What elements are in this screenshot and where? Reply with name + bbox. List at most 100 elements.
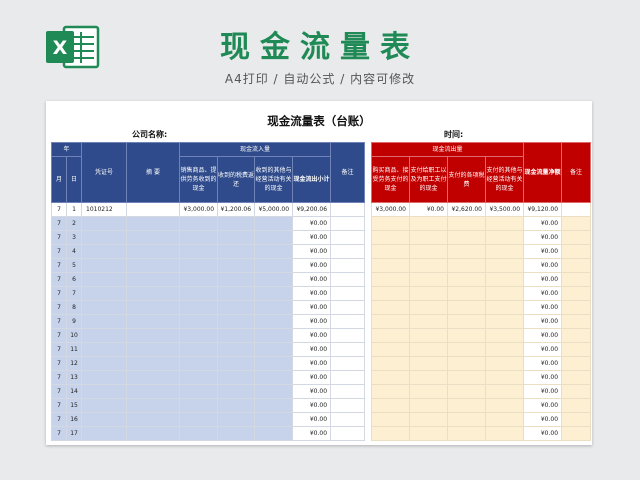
cell-note[interactable] xyxy=(330,398,366,413)
cell-note[interactable] xyxy=(330,300,366,315)
cell-note-right[interactable] xyxy=(561,244,592,259)
cell-inflow-other[interactable] xyxy=(254,244,294,259)
cell-outflow-purchase[interactable] xyxy=(371,370,410,385)
cell-voucher[interactable] xyxy=(81,412,128,427)
cell-outflow-wages[interactable] xyxy=(409,216,448,231)
cell-inflow-subtotal[interactable]: ¥0.00 xyxy=(292,258,332,273)
cell-inflow-other[interactable] xyxy=(254,272,294,287)
cell-net[interactable]: ¥0.00 xyxy=(523,412,563,427)
cell-month[interactable]: 7 xyxy=(51,384,67,399)
cell-summary[interactable] xyxy=(126,342,181,357)
cell-inflow-subtotal[interactable]: ¥0.00 xyxy=(292,244,332,259)
cell-note-right[interactable] xyxy=(561,370,592,385)
cell-inflow-subtotal[interactable]: ¥0.00 xyxy=(292,412,332,427)
cell-outflow-purchase[interactable] xyxy=(371,342,410,357)
cell-inflow-tax-refund[interactable] xyxy=(217,370,256,385)
cell-inflow-tax-refund[interactable] xyxy=(217,384,256,399)
cell-inflow-other[interactable] xyxy=(254,384,294,399)
cell-note-right[interactable] xyxy=(561,342,592,357)
cell-day[interactable]: 7 xyxy=(65,286,83,301)
cell-inflow-subtotal[interactable]: ¥0.00 xyxy=(292,356,332,371)
cell-summary[interactable] xyxy=(126,328,181,343)
cell-day[interactable]: 12 xyxy=(65,356,83,371)
cell-inflow-tax-refund[interactable] xyxy=(217,412,256,427)
cell-voucher[interactable] xyxy=(81,328,128,343)
cell-summary[interactable] xyxy=(126,272,181,287)
cell-note-right[interactable] xyxy=(561,258,592,273)
cell-outflow-wages[interactable] xyxy=(409,412,448,427)
cell-outflow-other[interactable] xyxy=(484,314,525,329)
cell-outflow-taxes[interactable] xyxy=(447,272,486,287)
cell-inflow-subtotal[interactable]: ¥0.00 xyxy=(292,384,332,399)
cell-inflow-sales[interactable] xyxy=(179,286,219,301)
cell-outflow-taxes[interactable] xyxy=(447,286,486,301)
cell-inflow-tax-refund[interactable] xyxy=(217,328,256,343)
cell-month[interactable]: 7 xyxy=(51,230,67,245)
cell-inflow-subtotal[interactable]: ¥0.00 xyxy=(292,328,332,343)
cell-outflow-other[interactable] xyxy=(484,286,525,301)
cell-outflow-wages[interactable] xyxy=(409,230,448,245)
cell-outflow-wages[interactable] xyxy=(409,272,448,287)
cell-outflow-wages[interactable] xyxy=(409,426,448,441)
cell-inflow-sales[interactable] xyxy=(179,300,219,315)
cell-inflow-other[interactable] xyxy=(254,426,294,441)
cell-summary[interactable] xyxy=(126,426,181,441)
cell-day[interactable]: 4 xyxy=(65,244,83,259)
cell-outflow-taxes[interactable] xyxy=(447,356,486,371)
cell-note[interactable] xyxy=(330,412,366,427)
cell-inflow-subtotal[interactable]: ¥0.00 xyxy=(292,272,332,287)
cell-summary[interactable] xyxy=(126,384,181,399)
cell-outflow-purchase[interactable] xyxy=(371,356,410,371)
cell-inflow-subtotal[interactable]: ¥0.00 xyxy=(292,300,332,315)
cell-voucher[interactable] xyxy=(81,314,128,329)
cell-outflow-purchase[interactable] xyxy=(371,412,410,427)
cell-net[interactable]: ¥0.00 xyxy=(523,230,563,245)
cell-note[interactable] xyxy=(330,356,366,371)
cell-note[interactable] xyxy=(330,370,366,385)
cell-voucher[interactable] xyxy=(81,384,128,399)
cell-outflow-taxes[interactable] xyxy=(447,300,486,315)
cell-inflow-sales[interactable] xyxy=(179,384,219,399)
cell-note[interactable] xyxy=(330,244,366,259)
cell-note-right[interactable] xyxy=(561,426,592,441)
cell-inflow-sales[interactable] xyxy=(179,328,219,343)
cell-day[interactable]: 13 xyxy=(65,370,83,385)
cell-inflow-tax-refund[interactable] xyxy=(217,244,256,259)
cell-outflow-taxes[interactable] xyxy=(447,342,486,357)
cell-outflow-other[interactable] xyxy=(484,412,525,427)
cell-voucher[interactable] xyxy=(81,244,128,259)
cell-voucher[interactable] xyxy=(81,398,128,413)
cell-voucher[interactable] xyxy=(81,286,128,301)
cell-outflow-purchase[interactable] xyxy=(371,384,410,399)
cell-inflow-sales[interactable] xyxy=(179,216,219,231)
cell-inflow-sales[interactable] xyxy=(179,426,219,441)
cell-voucher[interactable] xyxy=(81,258,128,273)
cell-summary[interactable] xyxy=(126,286,181,301)
cell-month[interactable]: 7 xyxy=(51,272,67,287)
cell-net[interactable]: ¥0.00 xyxy=(523,272,563,287)
cell-inflow-other[interactable] xyxy=(254,328,294,343)
cell-note-right[interactable] xyxy=(561,216,592,231)
cell-month[interactable]: 7 xyxy=(51,286,67,301)
cell-day[interactable]: 16 xyxy=(65,412,83,427)
cell-outflow-purchase[interactable]: ¥3,000.00 xyxy=(371,202,410,217)
cell-outflow-wages[interactable] xyxy=(409,244,448,259)
cell-inflow-subtotal[interactable]: ¥0.00 xyxy=(292,398,332,413)
cell-inflow-tax-refund[interactable] xyxy=(217,300,256,315)
cell-inflow-sales[interactable]: ¥3,000.00 xyxy=(179,202,219,217)
cell-outflow-other[interactable] xyxy=(484,272,525,287)
cell-outflow-taxes[interactable] xyxy=(447,258,486,273)
cell-outflow-taxes[interactable] xyxy=(447,328,486,343)
cell-voucher[interactable] xyxy=(81,356,128,371)
cell-voucher[interactable] xyxy=(81,426,128,441)
cell-net[interactable]: ¥9,120.00 xyxy=(523,202,563,217)
cell-month[interactable]: 7 xyxy=(51,342,67,357)
cell-inflow-tax-refund[interactable] xyxy=(217,286,256,301)
cell-outflow-wages[interactable] xyxy=(409,300,448,315)
cell-voucher[interactable] xyxy=(81,272,128,287)
cell-note-right[interactable] xyxy=(561,286,592,301)
cell-voucher[interactable] xyxy=(81,230,128,245)
cell-month[interactable]: 7 xyxy=(51,328,67,343)
cell-summary[interactable] xyxy=(126,300,181,315)
cell-voucher[interactable] xyxy=(81,300,128,315)
